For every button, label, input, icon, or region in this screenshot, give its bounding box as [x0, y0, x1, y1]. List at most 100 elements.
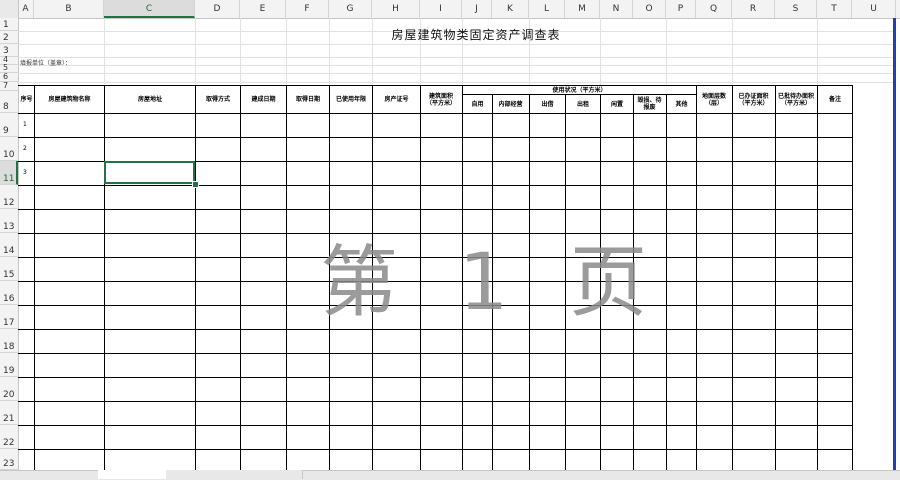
header-location: 房屋地址	[137, 96, 162, 103]
column-header-n[interactable]: N	[600, 0, 633, 18]
table-border	[18, 113, 852, 114]
gridline	[18, 44, 896, 45]
table-border	[286, 85, 287, 470]
column-header-d[interactable]: D	[195, 0, 240, 18]
table-border	[195, 85, 196, 470]
header-self-use: 自用	[471, 100, 484, 108]
table-border	[852, 85, 853, 470]
table-border	[775, 85, 776, 470]
gridline	[817, 18, 818, 85]
row-header-8[interactable]: 8	[0, 91, 18, 113]
column-header-k[interactable]: K	[492, 0, 529, 18]
gridline	[104, 18, 105, 85]
row-header-10[interactable]: 10	[0, 137, 18, 161]
column-header-g[interactable]: G	[329, 0, 372, 18]
column-header-t[interactable]: T	[817, 0, 852, 18]
sheet-tab[interactable]	[234, 470, 303, 479]
seq-number-2: 2	[23, 145, 27, 152]
page-watermark: 第 1 页	[320, 238, 666, 328]
header-registered-area: 已办证面积（平方米）	[738, 92, 769, 107]
table-border	[240, 85, 241, 470]
row-header-18[interactable]: 18	[0, 329, 18, 353]
row-header-1[interactable]: 1	[0, 18, 18, 31]
row-header-9[interactable]: 9	[0, 113, 18, 137]
header-acquire-date: 取得日期	[295, 96, 320, 103]
row-header-2[interactable]: 2	[0, 31, 18, 44]
header-build-date: 建成日期	[251, 96, 276, 103]
header-acquire-method: 取得方式	[205, 96, 230, 103]
row-header-21[interactable]: 21	[0, 401, 18, 425]
header-idle: 闲置	[610, 100, 623, 108]
header-rent: 出租	[576, 100, 589, 108]
column-header-r[interactable]: R	[732, 0, 775, 18]
table-border	[696, 85, 697, 470]
table-border	[104, 85, 105, 470]
header-seq: 序号	[20, 96, 33, 103]
header-damaged: 毁损、待报废	[637, 97, 662, 111]
active-cell-c11[interactable]	[104, 161, 195, 184]
gridline	[18, 65, 896, 66]
seq-number-3: 3	[23, 169, 27, 176]
gridline	[18, 57, 896, 58]
header-pending-area: 已批待办面积（平方米）	[778, 92, 815, 107]
column-header-j[interactable]: J	[462, 0, 492, 18]
column-header-s[interactable]: S	[775, 0, 817, 18]
row-header-20[interactable]: 20	[0, 377, 18, 401]
table-border	[18, 353, 852, 354]
header-usage-group: 使用状况（平方米）	[552, 86, 607, 94]
table-border	[18, 377, 852, 378]
table-border	[18, 209, 852, 210]
sheet-tab-active[interactable]	[98, 470, 167, 479]
seq-number-1: 1	[23, 121, 27, 128]
column-header-bar: A B C D E F G H I J K L M N O P Q R S T …	[0, 0, 900, 19]
table-border	[18, 137, 852, 138]
column-header-l[interactable]: L	[529, 0, 565, 18]
column-header-f[interactable]: F	[286, 0, 329, 18]
column-header-i[interactable]: I	[420, 0, 462, 18]
column-header-c[interactable]: C	[104, 0, 195, 18]
table-border	[18, 425, 852, 426]
column-header-u[interactable]: U	[852, 0, 896, 18]
sheet-title: 房屋建筑物类固定资产调查表	[391, 28, 561, 42]
column-header-q[interactable]: Q	[696, 0, 732, 18]
row-header-14[interactable]: 14	[0, 233, 18, 257]
column-header-a[interactable]: A	[18, 0, 34, 18]
header-building-name: 房屋建筑物名称	[48, 96, 91, 103]
sheet-tab[interactable]	[166, 470, 235, 479]
row-header-12[interactable]: 12	[0, 185, 18, 209]
row-header-7[interactable]: 7	[0, 81, 18, 91]
row-header-17[interactable]: 17	[0, 305, 18, 329]
header-internal: 内部经营	[498, 100, 523, 108]
column-header-m[interactable]: M	[565, 0, 600, 18]
table-border	[18, 449, 852, 450]
table-border	[732, 85, 733, 470]
table-border	[18, 185, 852, 186]
header-remark: 备注	[828, 96, 841, 103]
table-border	[666, 94, 667, 470]
row-header-22[interactable]: 22	[0, 425, 18, 449]
reporting-unit-label: 填报单位（盖章）：	[20, 60, 72, 67]
row-header-23[interactable]: 23	[0, 449, 18, 470]
page-break-line	[893, 18, 896, 470]
table-border	[34, 85, 35, 470]
header-cert-no: 房产证号	[384, 96, 409, 103]
fill-handle[interactable]	[192, 181, 199, 188]
gridline	[18, 82, 896, 83]
row-header-13[interactable]: 13	[0, 209, 18, 233]
header-stories: 地面层数（层）	[701, 92, 726, 107]
header-other: 其他	[675, 100, 688, 108]
row-header-19[interactable]: 19	[0, 353, 18, 377]
column-header-o[interactable]: O	[633, 0, 666, 18]
row-header-11[interactable]: 11	[0, 161, 18, 185]
column-header-h[interactable]: H	[372, 0, 420, 18]
row-header-16[interactable]: 16	[0, 281, 18, 305]
column-header-p[interactable]: P	[666, 0, 696, 18]
header-years-used: 已使用年限	[335, 96, 366, 103]
select-all-corner[interactable]	[0, 0, 19, 18]
header-lend: 出借	[541, 100, 554, 108]
column-header-e[interactable]: E	[240, 0, 286, 18]
gridline	[18, 73, 896, 74]
row-header-15[interactable]: 15	[0, 257, 18, 281]
column-header-b[interactable]: B	[34, 0, 104, 18]
header-area: 建筑面积（平方米）	[425, 92, 456, 107]
